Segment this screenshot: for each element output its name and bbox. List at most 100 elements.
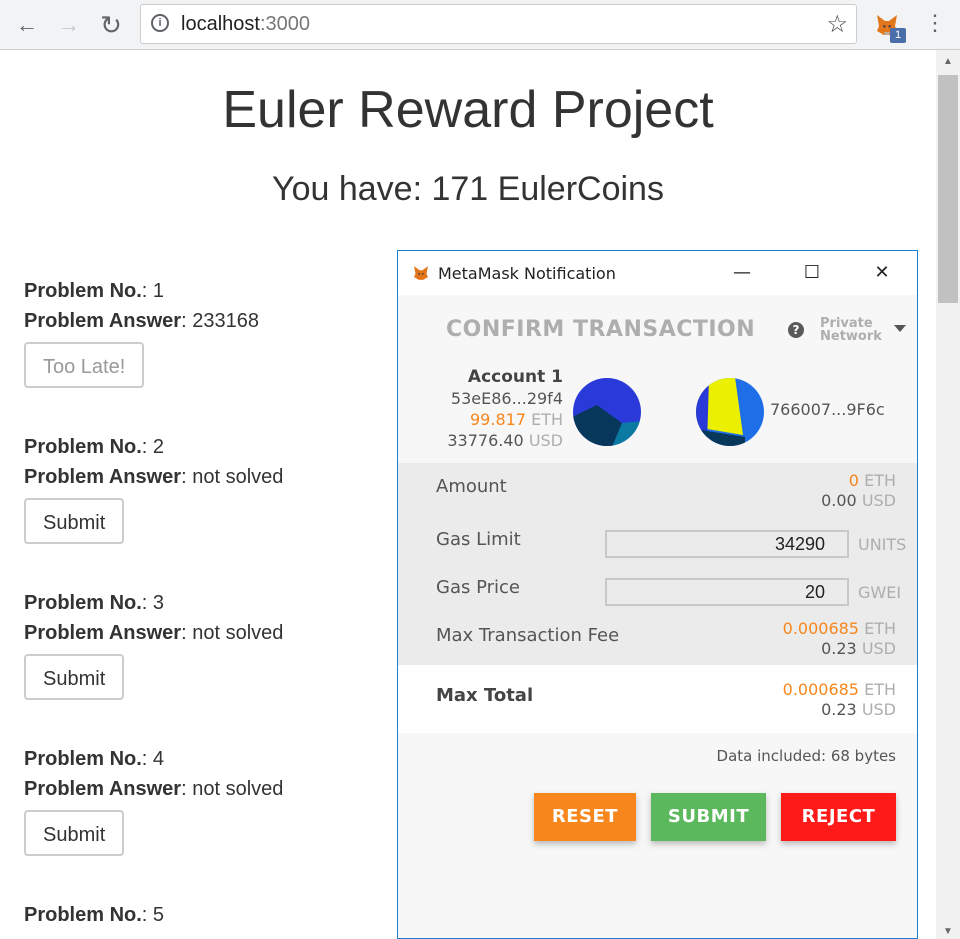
reject-button[interactable]: REJECT — [781, 793, 896, 841]
max-total-usd: 0.23 USD — [783, 700, 896, 720]
account-address: 53eE86...29f4 — [450, 389, 563, 408]
back-arrow-icon[interactable]: ← — [14, 12, 40, 38]
eth-unit: ETH — [864, 619, 896, 638]
max-fee-values: 0.000685 ETH 0.23 USD — [783, 619, 896, 659]
problem-answer-label: Problem Answer — [24, 466, 182, 488]
browser-toolbar: ← → ↻ i localhost:3000 ☆ 1 ⋮ — [0, 0, 960, 50]
max-total-label: Max Total — [436, 685, 534, 706]
eth-unit: ETH — [864, 680, 896, 699]
forward-arrow-icon[interactable]: → — [56, 12, 82, 38]
gas-limit-input[interactable]: 34290 — [605, 530, 849, 558]
problem-number-label: Problem No. — [24, 904, 142, 926]
problem-card: Problem No.: 2 Problem Answer: not solve… — [24, 432, 283, 544]
balance-text: You have: 171 EulerCoins — [272, 170, 664, 208]
problem-number: Problem No.: 4 — [24, 744, 283, 774]
problem-number-label: Problem No. — [24, 280, 142, 302]
close-icon[interactable]: ✕ — [862, 259, 902, 287]
reset-button[interactable]: RESET — [534, 793, 636, 841]
max-fee-usd: 0.23 USD — [783, 639, 896, 659]
metamask-notification-window: MetaMask Notification — ☐ ✕ CONFIRM TRAN… — [397, 250, 918, 939]
url-port: :3000 — [259, 13, 310, 35]
too-late-button[interactable]: Too Late! — [24, 342, 145, 388]
metamask-body: CONFIRM TRANSACTION ? Private Network Ac… — [398, 295, 917, 938]
scroll-up-arrow-icon[interactable]: ▲ — [936, 56, 960, 67]
problem-answer-label: Problem Answer — [24, 778, 182, 800]
max-total-row: Max Total 0.000685 ETH 0.23 USD — [398, 665, 917, 733]
usd-balance-value: 33776.40 — [447, 431, 524, 450]
problem-number: Problem No.: 5 — [24, 900, 164, 930]
network-selector[interactable]: Private Network — [820, 317, 882, 343]
from-identicon — [573, 378, 641, 446]
to-identicon — [696, 378, 764, 446]
page-title: Euler Reward Project — [222, 81, 714, 139]
max-fee-label: Max Transaction Fee — [436, 625, 620, 646]
account-name: Account 1 — [467, 367, 563, 387]
problem-number-value: : 1 — [141, 280, 165, 302]
network-label-line2: Network — [820, 329, 882, 344]
menu-kebab-icon[interactable]: ⋮ — [924, 10, 946, 36]
submit-button[interactable]: Submit — [24, 810, 125, 856]
max-total-usd-value: 0.23 — [821, 700, 857, 719]
problem-answer-value: : not solved — [181, 622, 284, 644]
problem-answer-label: Problem Answer — [24, 622, 182, 644]
amount-eth-value: 0 — [848, 471, 859, 490]
extension-badge: 1 — [890, 28, 906, 43]
gas-limit-label: Gas Limit — [436, 529, 521, 550]
problem-answer-value: : not solved — [181, 778, 284, 800]
problem-answer: Problem Answer: not solved — [24, 774, 283, 804]
max-total-eth-value: 0.000685 — [782, 680, 859, 699]
data-included-text: Data included: 68 bytes — [716, 747, 896, 765]
max-fee-eth-value: 0.000685 — [782, 619, 859, 638]
usd-unit: USD — [861, 700, 896, 719]
address-bar[interactable]: i localhost:3000 ☆ — [140, 4, 857, 44]
problem-number: Problem No.: 3 — [24, 588, 283, 618]
eth-balance-value: 99.817 — [470, 410, 526, 429]
from-account: Account 1 53eE86...29f4 99.817 ETH 33776… — [447, 367, 563, 451]
help-icon[interactable]: ? — [788, 322, 804, 338]
usd-unit: USD — [861, 491, 896, 510]
gas-limit-unit: UNITS — [858, 535, 907, 554]
gas-price-input[interactable]: 20 — [605, 578, 849, 606]
caret-down-icon[interactable] — [894, 325, 906, 332]
vertical-scrollbar[interactable]: ▲ ▼ — [936, 50, 960, 939]
submit-button[interactable]: Submit — [24, 498, 125, 544]
minimize-icon[interactable]: — — [722, 259, 762, 287]
problem-number-value: : 3 — [141, 592, 165, 614]
account-usd-balance: 33776.40 USD — [447, 430, 563, 451]
amount-label: Amount — [436, 476, 507, 497]
confirm-transaction-heading: CONFIRM TRANSACTION — [446, 317, 756, 342]
maximize-icon[interactable]: ☐ — [792, 259, 832, 287]
reload-icon[interactable]: ↻ — [98, 12, 124, 38]
submit-button[interactable]: Submit — [24, 654, 125, 700]
url-text[interactable]: localhost:3000 — [181, 13, 310, 36]
max-fee-eth: 0.000685 ETH — [783, 619, 896, 639]
eth-unit: ETH — [864, 471, 896, 490]
problem-answer: Problem Answer: 233168 — [24, 306, 259, 336]
amount-usd-value: 0.00 — [821, 491, 857, 510]
usd-unit: USD — [528, 431, 563, 450]
url-host: localhost — [181, 13, 260, 35]
window-titlebar[interactable]: MetaMask Notification — ☐ ✕ — [398, 251, 917, 295]
problem-number: Problem No.: 2 — [24, 432, 283, 462]
problem-number-label: Problem No. — [24, 748, 142, 770]
gas-price-unit: GWEI — [858, 583, 902, 602]
problem-answer-label: Problem Answer — [24, 310, 182, 332]
to-address: 766007...9F6c — [770, 400, 885, 419]
submit-transaction-button[interactable]: SUBMIT — [651, 793, 766, 841]
problem-card: Problem No.: 4 Problem Answer: not solve… — [24, 744, 283, 856]
site-info-icon[interactable]: i — [151, 14, 169, 32]
account-eth-balance: 99.817 ETH — [447, 409, 563, 430]
problem-number-label: Problem No. — [24, 592, 142, 614]
gas-price-label: Gas Price — [436, 577, 520, 598]
problem-answer: Problem Answer: not solved — [24, 462, 283, 492]
problem-card: Problem No.: 5 — [24, 900, 164, 930]
scroll-thumb[interactable] — [938, 75, 958, 303]
max-total-eth: 0.000685 ETH — [783, 680, 896, 700]
problem-number: Problem No.: 1 — [24, 276, 259, 306]
problem-answer: Problem Answer: not solved — [24, 618, 283, 648]
metamask-fox-icon — [414, 266, 428, 280]
problem-answer-value: : 233168 — [181, 310, 259, 332]
usd-unit: USD — [861, 639, 896, 658]
scroll-down-arrow-icon[interactable]: ▼ — [936, 926, 960, 937]
bookmark-star-icon[interactable]: ☆ — [826, 10, 848, 39]
